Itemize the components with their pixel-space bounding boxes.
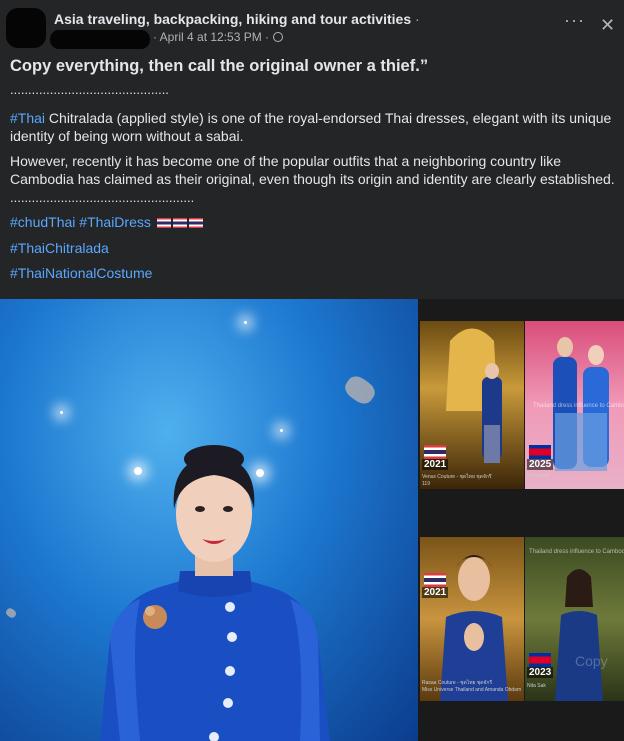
paragraph-1-text: Chitralada (applied style) is one of the… (10, 110, 612, 144)
year-label: 2023 (527, 667, 554, 678)
collage-tile-1[interactable]: 2021 Venus Couture - ชุดไทย ชุดจักรี 119 (420, 321, 524, 489)
tile-subcaption: Miss Universe Thailand and Amanda Obdam (422, 687, 522, 693)
post-timestamp[interactable]: · April 4 at 12:53 PM · (153, 30, 269, 44)
cambodia-flag-icon (529, 653, 551, 667)
paragraph-1: #Thai Chitralada (applied style) is one … (10, 109, 618, 145)
facebook-post: Asia traveling, backpacking, hiking and … (0, 0, 624, 741)
separator: · (415, 11, 420, 27)
redacted-author-name (50, 30, 150, 49)
thai-flag-icon (172, 218, 187, 228)
collage-tile-3[interactable]: 2021 Rasaa Couture - ชุดไทย ชุดจักรี Mis… (420, 537, 524, 701)
side-collage: 2021 Venus Couture - ชุดไทย ชุดจักรี 119… (418, 299, 624, 741)
collage-tile-2[interactable]: Thailand dress influence to Cambodia 202… (525, 321, 624, 489)
tile-caption: Kin Asena (527, 473, 550, 479)
thai-flag-icon (424, 573, 446, 587)
tile-caption: Rasaa Couture - ชุดไทย ชุดจักรี (422, 680, 493, 686)
hashtag-thainationalcostume[interactable]: #ThaiNationalCostume (10, 264, 152, 282)
year-label: 2021 (422, 587, 449, 598)
main-photo[interactable] (0, 299, 418, 741)
thai-flag-icon (188, 218, 203, 228)
hashtag-thaichitralada[interactable]: #ThaiChitralada (10, 239, 109, 257)
group-name-line: Asia traveling, backpacking, hiking and … (54, 11, 420, 27)
tile-caption: Nita Sak (527, 683, 546, 689)
paragraph-2: However, recently it has become one of t… (10, 153, 615, 187)
cambodia-flag-icon (529, 445, 551, 459)
post-meta: · April 4 at 12:53 PM · (153, 30, 284, 44)
thai-flag-icon (424, 445, 446, 459)
post-title: Copy everything, then call the original … (10, 57, 429, 75)
tile-subcaption: 119 (422, 481, 430, 487)
hashtag-chudthai[interactable]: #chudThai (10, 214, 75, 230)
thai-flag-icon (156, 218, 171, 228)
year-label: 2025 (527, 459, 554, 470)
group-name[interactable]: Asia traveling, backpacking, hiking and … (54, 11, 411, 27)
dotted-divider: ........................................… (10, 82, 169, 97)
tile-watermark: Thailand dress influence to Cambodia (533, 403, 624, 409)
globe-icon (273, 32, 284, 42)
hashtag-thai[interactable]: #Thai (10, 110, 45, 126)
more-options-icon[interactable]: ··· (564, 10, 585, 31)
tile-caption: Venus Couture - ชุดไทย ชุดจักรี (422, 474, 492, 480)
year-label: 2021 (422, 459, 449, 470)
close-icon[interactable]: ✕ (600, 16, 615, 34)
copy-watermark: Copy (575, 653, 608, 669)
hashtag-line-1: #chudThai #ThaiDress (10, 213, 203, 231)
woman-illustration (440, 555, 508, 701)
avatar[interactable] (6, 8, 46, 48)
woman-illustration (100, 445, 330, 741)
dotted-divider-2: ........................................… (10, 190, 195, 205)
tile-watermark: Thailand dress influence to Cambodia (529, 549, 624, 555)
collage-tile-4[interactable]: Thailand dress influence to Cambodia 202… (525, 537, 624, 701)
post-header: Asia traveling, backpacking, hiking and … (0, 0, 624, 52)
hashtag-thaidress[interactable]: #ThaiDress (79, 214, 151, 230)
